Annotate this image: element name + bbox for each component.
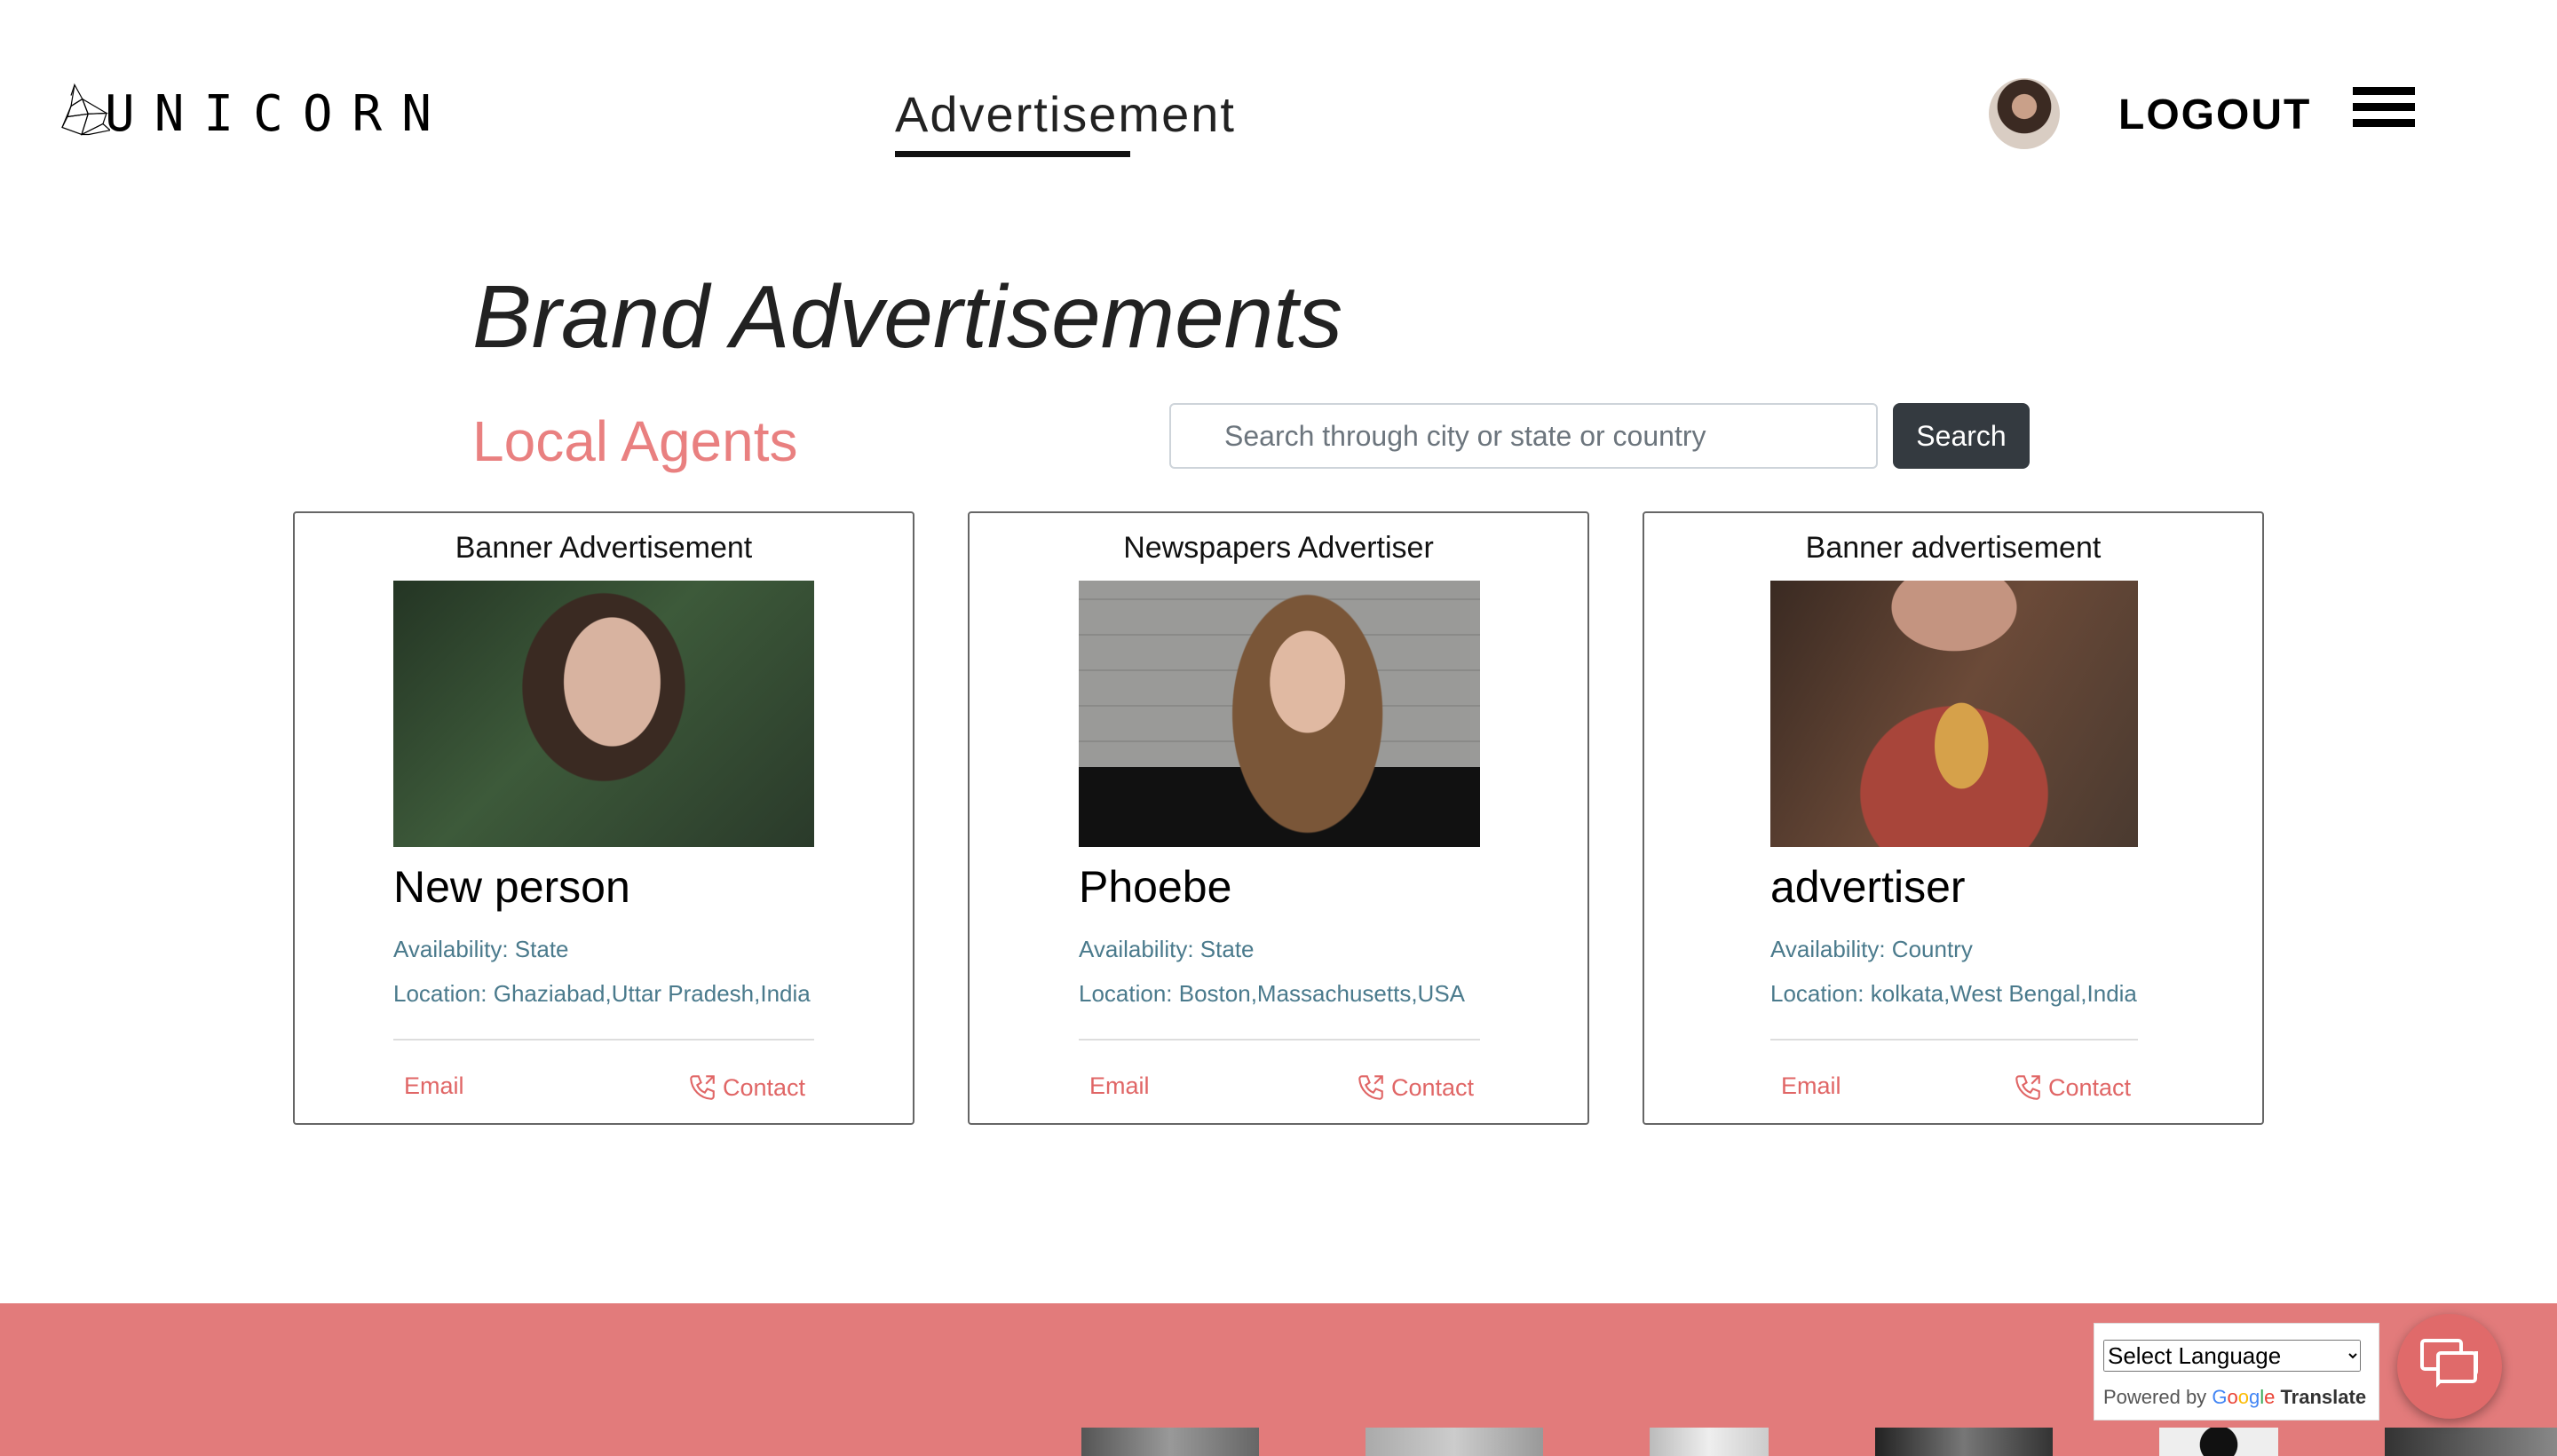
footer-thumbnail[interactable] [1875, 1428, 2053, 1456]
email-link[interactable]: Email [1781, 1072, 1841, 1100]
footer-thumbnail[interactable] [1081, 1428, 1259, 1456]
section-title: Local Agents [472, 409, 798, 473]
phone-icon [1358, 1075, 1383, 1100]
agent-availability: Availability: Country [1770, 936, 1973, 962]
agent-location: Location: kolkata,West Bengal,India [1770, 980, 2137, 1007]
agent-photo [393, 581, 814, 847]
contact-link[interactable]: Contact [2013, 1072, 2131, 1103]
logout-button[interactable]: LOGOUT [2118, 91, 2311, 139]
agent-photo [1079, 581, 1480, 847]
agent-name: advertiser [1770, 862, 1966, 912]
email-link[interactable]: Email [404, 1072, 464, 1100]
chat-bubbles-icon [2420, 1339, 2478, 1388]
card-type: Newspapers Advertiser [1123, 531, 1434, 565]
footer-thumbnail[interactable] [2159, 1428, 2278, 1456]
google-translate-widget: Select Language Powered by Google Transl… [2094, 1323, 2379, 1420]
phone-icon [690, 1075, 715, 1100]
contact-label: Contact [1391, 1073, 1475, 1101]
agent-name: New person [393, 862, 630, 912]
google-wordmark: Google [2212, 1386, 2276, 1408]
footer-thumbnail[interactable] [2385, 1428, 2557, 1456]
hamburger-icon[interactable] [2353, 87, 2415, 140]
chat-button[interactable] [2397, 1314, 2502, 1419]
search-input[interactable] [1169, 403, 1878, 469]
card-type: Banner Advertisement [455, 531, 753, 565]
card-type: Banner advertisement [1805, 531, 2102, 565]
agent-name: Phoebe [1079, 862, 1232, 912]
agent-card: Banner advertisement advertiser Availabi… [1643, 511, 2264, 1125]
agent-photo [1770, 581, 2138, 847]
contact-label: Contact [2048, 1073, 2132, 1101]
card-divider [1770, 1039, 2138, 1041]
logo-text: UNICORN [104, 85, 451, 143]
agent-availability: Availability: State [393, 936, 569, 962]
powered-by-text: Powered by Google Translate [2103, 1386, 2367, 1408]
contact-link[interactable]: Contact [687, 1072, 805, 1103]
email-link[interactable]: Email [1089, 1072, 1150, 1100]
contact-link[interactable]: Contact [1356, 1072, 1474, 1103]
agent-location: Location: Boston,Massachusetts,USA [1079, 980, 1466, 1007]
agent-location: Location: Ghaziabad,Uttar Pradesh,India [393, 980, 811, 1007]
user-avatar[interactable] [1989, 78, 2060, 149]
search-button[interactable]: Search [1893, 403, 2030, 469]
card-divider [1079, 1039, 1480, 1041]
unicorn-head-icon [61, 83, 110, 136]
agent-availability: Availability: State [1079, 936, 1255, 962]
footer-thumbnail[interactable] [1650, 1428, 1769, 1456]
active-nav-underline [895, 151, 1130, 157]
phone-icon [2015, 1075, 2040, 1100]
language-select[interactable]: Select Language [2103, 1340, 2361, 1372]
card-divider [393, 1039, 814, 1041]
agent-card: Banner Advertisement New person Availabi… [293, 511, 914, 1125]
agent-card: Newspapers Advertiser Phoebe Availabilit… [968, 511, 1589, 1125]
contact-label: Contact [723, 1073, 806, 1101]
footer-thumbnail[interactable] [1366, 1428, 1543, 1456]
brand-logo[interactable]: UNICORN [60, 46, 451, 175]
translate-label: Translate [2280, 1386, 2367, 1408]
nav-advertisement-link[interactable]: Advertisement [895, 85, 1236, 143]
page-title: Brand Advertisements [472, 267, 1343, 367]
